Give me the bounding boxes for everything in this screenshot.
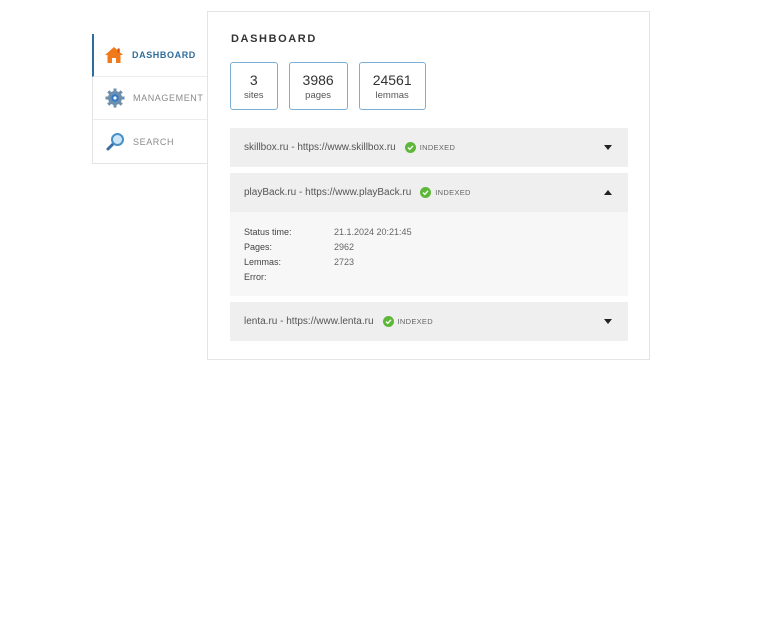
sidebar-item-label: MANAGEMENT — [133, 93, 204, 103]
site-header-skillbox[interactable]: skillbox.ru - https://www.skillbox.ru IN… — [230, 128, 628, 167]
site-item: skillbox.ru - https://www.skillbox.ru IN… — [230, 128, 628, 167]
sidebar-item-label: DASHBOARD — [132, 50, 196, 60]
status-text: INDEXED — [397, 317, 433, 326]
sidebar-item-search[interactable]: SEARCH — [93, 120, 208, 163]
status-text: INDEXED — [435, 188, 471, 197]
site-title: lenta.ru - https://www.lenta.ru — [244, 316, 374, 327]
sidebar: DASHBOARD MANAGEMENT SEARCH — [92, 34, 208, 164]
status-text: INDEXED — [419, 143, 456, 152]
detail-row-pages: Pages: 2962 — [244, 239, 614, 254]
page-title: DASHBOARD — [231, 33, 317, 45]
chevron-down-icon[interactable] — [604, 319, 612, 324]
status-badge: INDEXED — [404, 142, 456, 153]
check-icon — [382, 316, 394, 327]
stat-value: 24561 — [372, 71, 412, 88]
sidebar-item-management[interactable]: MANAGEMENT — [93, 77, 208, 120]
stat-value: 3 — [249, 71, 258, 88]
sidebar-item-label: SEARCH — [133, 136, 175, 147]
stat-value: 3986 — [302, 71, 334, 88]
detail-value: 2723 — [334, 256, 355, 267]
stat-lemmas: 24561 lemmas — [358, 62, 426, 110]
site-header-lenta[interactable]: lenta.ru - https://www.lenta.ru INDEXED — [230, 302, 628, 341]
stat-pages: 3986 pages — [288, 62, 348, 110]
search-icon — [105, 132, 125, 152]
stat-label: sites — [244, 89, 264, 101]
detail-label: Pages: — [244, 241, 273, 252]
site-header-playback[interactable]: playBack.ru - https://www.playBack.ru IN… — [230, 173, 628, 212]
status-badge: INDEXED — [420, 187, 470, 198]
check-icon — [420, 187, 432, 198]
stat-label: pages — [305, 89, 332, 101]
gear-icon — [105, 88, 125, 108]
status-badge: INDEXED — [382, 316, 433, 327]
check-icon — [404, 142, 416, 153]
chevron-down-icon[interactable] — [604, 145, 612, 150]
site-title: playBack.ru - https://www.playBack.ru — [244, 187, 412, 198]
site-item: lenta.ru - https://www.lenta.ru INDEXED — [230, 302, 628, 341]
home-icon — [104, 45, 124, 65]
stat-label: lemmas — [375, 89, 409, 101]
detail-value: 2962 — [334, 241, 355, 252]
detail-row-lemmas: Lemmas: 2723 — [244, 254, 614, 269]
site-title: skillbox.ru - https://www.skillbox.ru — [244, 142, 396, 153]
chevron-up-icon[interactable] — [604, 190, 612, 195]
site-list: skillbox.ru - https://www.skillbox.ru IN… — [230, 128, 628, 347]
detail-row-error: Error: — [244, 269, 614, 284]
sidebar-item-dashboard[interactable]: DASHBOARD — [92, 34, 208, 77]
detail-label: Status time: — [244, 226, 292, 237]
detail-value: 21.1.2024 20:21:45 — [334, 226, 412, 237]
detail-label: Error: — [244, 271, 267, 282]
detail-row-status-time: Status time: 21.1.2024 20:21:45 — [244, 224, 614, 239]
stats-row: 3 sites 3986 pages 24561 lemmas — [230, 62, 426, 110]
site-details: Status time: 21.1.2024 20:21:45 Pages: 2… — [230, 212, 628, 296]
dashboard-panel: DASHBOARD 3 sites 3986 pages 24561 lemma… — [207, 11, 650, 360]
stat-sites: 3 sites — [230, 62, 278, 110]
detail-label: Lemmas: — [244, 256, 282, 267]
site-item: playBack.ru - https://www.playBack.ru IN… — [230, 173, 628, 296]
